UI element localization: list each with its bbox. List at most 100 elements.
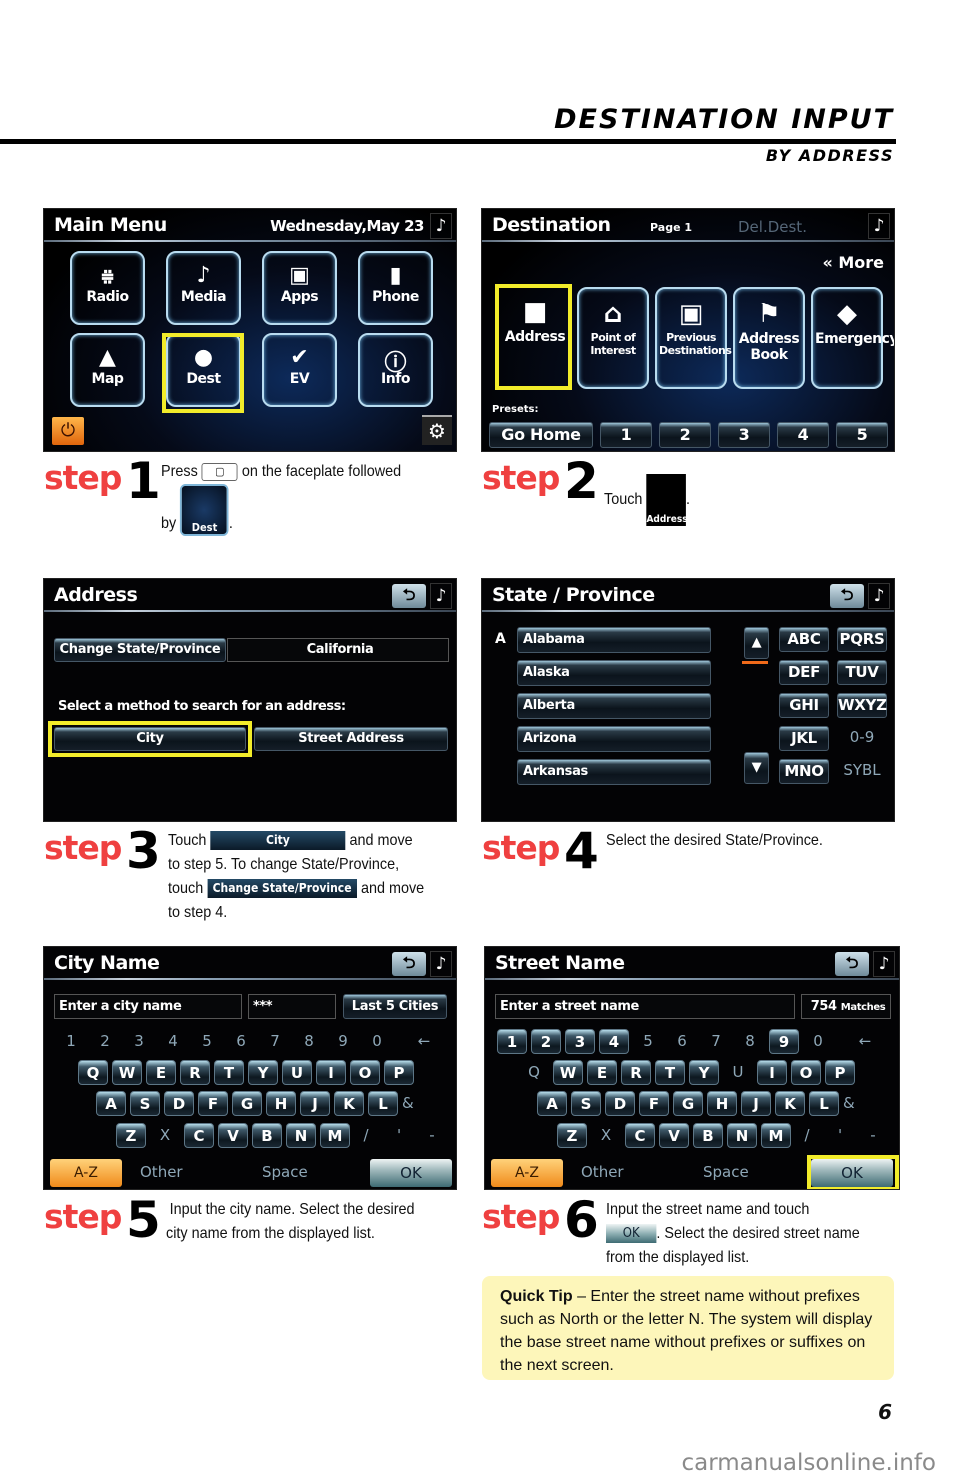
letter-key[interactable]: I [316,1060,346,1085]
scroll-down-button[interactable]: ▼ [744,752,769,784]
del-dest-button[interactable]: Del.Dest. [738,218,807,236]
letter-key[interactable]: C [625,1123,655,1148]
preset-button[interactable]: 2 [659,422,711,448]
more-button[interactable]: « More [822,253,884,272]
letter-key[interactable]: Y [689,1060,719,1085]
music-note-icon[interactable]: ♪ [430,213,452,239]
letter-key[interactable]: T [655,1060,685,1085]
tile-ev[interactable]: ✔ EV [262,333,337,407]
city-name-input[interactable]: Enter a city name [54,994,242,1019]
letter-group-key[interactable]: MNO [779,759,829,784]
symbol-key[interactable]: - [422,1123,442,1147]
number-key[interactable]: 4 [599,1029,629,1054]
a-z-button[interactable]: A-Z [491,1159,563,1187]
letter-key[interactable]: D [164,1091,194,1116]
tile-info[interactable]: ⓘ Info [358,333,433,407]
music-note-icon[interactable]: ♪ [430,583,452,609]
letter-key[interactable]: C [184,1123,214,1148]
tile-point-of-interest[interactable]: ⌂ Point of Interest [577,287,649,389]
letter-key[interactable]: L [368,1091,398,1116]
tile-map[interactable]: ▲ Map [70,333,145,407]
music-note-icon[interactable]: ♪ [868,213,890,239]
letter-group-key[interactable]: WXYZ [837,693,887,718]
letter-key[interactable]: F [639,1091,669,1116]
letter-key[interactable]: E [587,1060,617,1085]
letter-group-key[interactable]: ABC [779,627,829,652]
letter-key[interactable]: B [693,1123,723,1148]
ok-button[interactable]: OK [370,1159,452,1187]
preset-button[interactable]: 3 [718,422,770,448]
preset-button[interactable]: Go Home [489,422,593,448]
street-address-button[interactable]: Street Address [254,727,448,751]
letter-group-key[interactable]: JKL [779,726,829,751]
preset-button[interactable]: 5 [836,422,888,448]
letter-key[interactable]: Q [78,1060,108,1085]
letter-key[interactable]: K [334,1091,364,1116]
letter-key[interactable]: G [232,1091,262,1116]
symbol-key[interactable]: - [863,1123,883,1147]
scroll-up-button[interactable]: ▲ [744,627,769,659]
letter-key[interactable]: Y [248,1060,278,1085]
letter-key[interactable]: P [384,1060,414,1085]
number-key[interactable]: 1 [497,1029,527,1054]
back-icon[interactable]: ⮌ [392,952,426,976]
letter-key[interactable]: J [741,1091,771,1116]
last-5-cities-button[interactable]: Last 5 Cities [343,994,447,1019]
letter-key[interactable]: T [214,1060,244,1085]
tile-phone[interactable]: ▮ Phone [358,251,433,325]
letter-group-key[interactable]: PQRS [837,627,887,652]
gear-icon[interactable]: ⚙ [422,415,452,445]
music-note-icon[interactable]: ♪ [873,951,895,977]
symbol-key[interactable]: ' [389,1123,409,1147]
music-note-icon[interactable]: ♪ [868,583,890,609]
state-list-item[interactable]: Alberta [517,693,711,719]
letter-key[interactable]: L [809,1091,839,1116]
symbol-key[interactable]: / [797,1123,817,1147]
letter-key[interactable]: J [300,1091,330,1116]
preset-button[interactable]: 1 [600,422,652,448]
letter-key[interactable]: I [757,1060,787,1085]
music-note-icon[interactable]: ♪ [430,951,452,977]
tile-radio[interactable]: ⩷ Radio [70,251,145,325]
space-button[interactable]: Space [703,1163,749,1181]
letter-key[interactable]: E [146,1060,176,1085]
letter-key[interactable]: U [282,1060,312,1085]
symbol-key[interactable]: ' [830,1123,850,1147]
backspace-key[interactable]: ← [850,1029,880,1053]
ampersand-key[interactable]: & [402,1091,422,1115]
preset-button[interactable]: 4 [777,422,829,448]
tile-apps[interactable]: ▣ Apps [262,251,337,325]
change-state-button[interactable]: Change State/Province [54,638,226,662]
a-z-button[interactable]: A-Z [50,1159,122,1187]
letter-key[interactable]: H [707,1091,737,1116]
letter-key[interactable]: O [350,1060,380,1085]
letter-group-key[interactable]: DEF [779,660,829,685]
street-name-input[interactable]: Enter a street name [495,994,795,1019]
power-icon[interactable]: ⏻ [52,417,84,445]
number-key[interactable]: 2 [531,1029,561,1054]
back-icon[interactable]: ⮌ [830,584,864,608]
letter-key[interactable]: A [96,1091,126,1116]
letter-key[interactable]: R [180,1060,210,1085]
letter-key[interactable]: F [198,1091,228,1116]
letter-key[interactable]: Z [116,1123,146,1148]
letter-key[interactable]: Z [557,1123,587,1148]
letter-key[interactable]: S [571,1091,601,1116]
state-list-item[interactable]: Alabama [517,627,711,653]
ampersand-key[interactable]: & [843,1091,863,1115]
symbol-key[interactable]: / [356,1123,376,1147]
letter-key[interactable]: N [286,1123,316,1148]
letter-group-key[interactable]: TUV [837,660,887,685]
letter-key[interactable]: W [553,1060,583,1085]
letter-key[interactable]: K [775,1091,805,1116]
letter-key[interactable]: A [537,1091,567,1116]
letter-key[interactable]: O [791,1060,821,1085]
other-button[interactable]: Other [581,1163,624,1181]
letter-key[interactable]: M [320,1123,350,1148]
backspace-key[interactable]: ← [409,1029,439,1053]
letter-key[interactable]: G [673,1091,703,1116]
letter-key[interactable]: V [218,1123,248,1148]
number-key[interactable]: 9 [769,1029,799,1054]
other-button[interactable]: Other [140,1163,183,1181]
tile-address-book[interactable]: ⚑ Address Book [733,287,805,389]
